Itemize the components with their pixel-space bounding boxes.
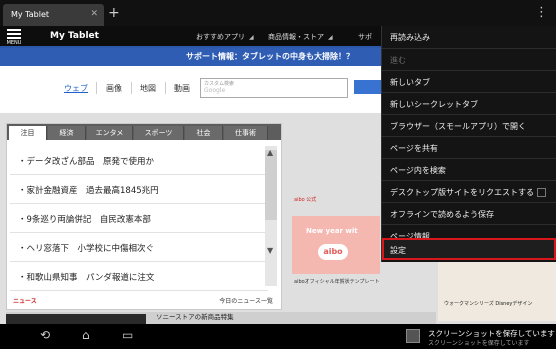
triangle-icon: ◢ <box>328 34 333 41</box>
menu-item-share-page[interactable]: ページを共有 <box>382 136 556 158</box>
aibo-tag: aibo 公式 <box>294 197 317 203</box>
back-icon[interactable]: ⟲ <box>40 328 50 342</box>
search-tab-web[interactable]: ウェブ <box>64 83 88 94</box>
news-tab-sports[interactable]: スポーツ <box>134 126 184 140</box>
menu-item-settings[interactable]: 設定 <box>382 238 556 260</box>
scroll-thumb[interactable] <box>265 150 277 220</box>
search-area: ウェブ 画像 地図 動画 カスタム検索 Google <box>0 66 382 113</box>
search-tab-images[interactable]: 画像 <box>106 83 122 94</box>
news-scrollbar[interactable]: ▲ ▼ <box>265 146 277 286</box>
menu-item-open-small-app[interactable]: ブラウザー（スモールアプリ）で開く <box>382 114 556 136</box>
home-icon[interactable]: ⌂ <box>82 328 90 342</box>
news-tab-entertainment[interactable]: エンタメ <box>87 126 133 140</box>
menu-item-save-offline[interactable]: オフラインで読めるよう保存 <box>382 202 556 224</box>
divider <box>96 82 97 94</box>
news-tab-work[interactable]: 仕事術 <box>224 126 268 140</box>
new-tab-button[interactable]: + <box>108 6 120 20</box>
browser-overflow-menu: 再読み込み 進む 新しいタブ 新しいシークレットタブ ブラウザー（スモールアプリ… <box>381 26 556 262</box>
nav-support[interactable]: サポ <box>358 32 372 42</box>
aibo-banner[interactable]: New year wit aibo <box>292 216 380 274</box>
nav-label: サポ <box>358 33 372 41</box>
store-thumbnails[interactable] <box>6 314 146 324</box>
triangle-icon: ◢ <box>249 34 254 41</box>
search-input[interactable]: カスタム検索 Google <box>200 78 348 98</box>
news-list: ・データ改ざん部品 原発で使用か ・家計金融資産 過去最高1845兆円 ・9条巡… <box>10 146 268 291</box>
menu-item-find-in-page[interactable]: ページ内を検索 <box>382 158 556 180</box>
news-tabs: 注目 経済 エンタメ スポーツ 社会 仕事術 <box>7 124 281 140</box>
close-icon[interactable]: ✕ <box>90 9 98 19</box>
recents-icon[interactable]: ▭ <box>122 328 133 342</box>
scroll-up-icon[interactable]: ▲ <box>267 148 273 157</box>
news-item[interactable]: ・和歌山県知事 パンダ報道に注文 <box>10 262 268 291</box>
nav-products-store[interactable]: 商品情報・ストア ◢ <box>268 32 333 42</box>
walkman-caption: ウォークマンシリーズ Disneyデザイン <box>444 301 533 307</box>
search-tab-videos[interactable]: 動画 <box>174 83 190 94</box>
support-info-bar[interactable]: サポート情報：タブレットの中身も大掃除！？ <box>0 48 382 66</box>
support-info-text: サポート情報：タブレットの中身も大掃除！？ <box>186 52 354 61</box>
news-tab-economy[interactable]: 経済 <box>48 126 86 140</box>
news-list-link[interactable]: 今日のニュース一覧 <box>219 296 273 305</box>
scroll-down-icon[interactable]: ▼ <box>267 246 273 255</box>
menu-button[interactable]: MENU <box>4 28 24 46</box>
aibo-logo: aibo <box>318 244 348 260</box>
search-placeholder: カスタム検索 <box>204 81 235 87</box>
news-tab-society[interactable]: 社会 <box>185 126 223 140</box>
nav-label: おすすめアプリ <box>196 33 245 41</box>
hamburger-icon <box>4 29 24 39</box>
menu-item-new-tab[interactable]: 新しいタブ <box>382 70 556 92</box>
news-item[interactable]: ・データ改ざん部品 原発で使用か <box>10 146 268 175</box>
menu-item-request-desktop[interactable]: デスクトップ版サイトをリクエストする <box>382 180 556 202</box>
aibo-caption[interactable]: aiboオフィシャル年賀状テンプレート <box>294 278 379 285</box>
search-button[interactable] <box>354 80 382 94</box>
store-title[interactable]: ソニーストアの新商品特集 <box>156 311 234 321</box>
tab-title: My Tablet <box>11 10 50 19</box>
menu-item-label: デスクトップ版サイトをリクエストする <box>390 188 534 197</box>
news-item[interactable]: ・家計金融資産 過去最高1845兆円 <box>10 175 268 204</box>
screenshot-toast-subtext: スクリーンショットを保存しています <box>428 340 530 347</box>
browser-tab[interactable]: My Tablet ✕ <box>3 4 104 26</box>
checkbox-icon[interactable] <box>537 188 546 197</box>
divider <box>165 82 166 94</box>
overflow-menu-icon[interactable]: ⋮ <box>535 5 548 20</box>
system-nav-bar: ⟲ ⌂ ▭ スクリーンショットを保存しています スクリーンショットを保存していま… <box>0 324 556 349</box>
site-title[interactable]: My Tablet <box>50 31 99 41</box>
screenshot-thumbnail-icon <box>406 329 420 343</box>
menu-item-reload[interactable]: 再読み込み <box>382 26 556 48</box>
nav-label: 商品情報・ストア <box>268 33 324 41</box>
nav-recommended-apps[interactable]: おすすめアプリ ◢ <box>196 32 254 42</box>
aibo-new-year-text: New year wit <box>306 227 358 235</box>
menu-item-forward: 進む <box>382 48 556 70</box>
browser-tab-bar: My Tablet ✕ + ⋮ <box>0 0 556 26</box>
menu-label: MENU <box>6 40 22 46</box>
news-tab-featured[interactable]: 注目 <box>9 126 47 140</box>
news-logo: ニュース <box>13 298 37 305</box>
divider <box>131 82 132 94</box>
search-placeholder-google: Google <box>204 87 226 94</box>
menu-item-new-incognito-tab[interactable]: 新しいシークレットタブ <box>382 92 556 114</box>
news-item[interactable]: ・9条巡り両論併記 自民改憲本部 <box>10 204 268 233</box>
news-item[interactable]: ・ヘリ窓落下 小学校に中傷相次ぐ <box>10 233 268 262</box>
search-tab-maps[interactable]: 地図 <box>140 83 156 94</box>
news-box: 注目 経済 エンタメ スポーツ 社会 仕事術 ・データ改ざん部品 原発で使用か … <box>6 123 282 310</box>
